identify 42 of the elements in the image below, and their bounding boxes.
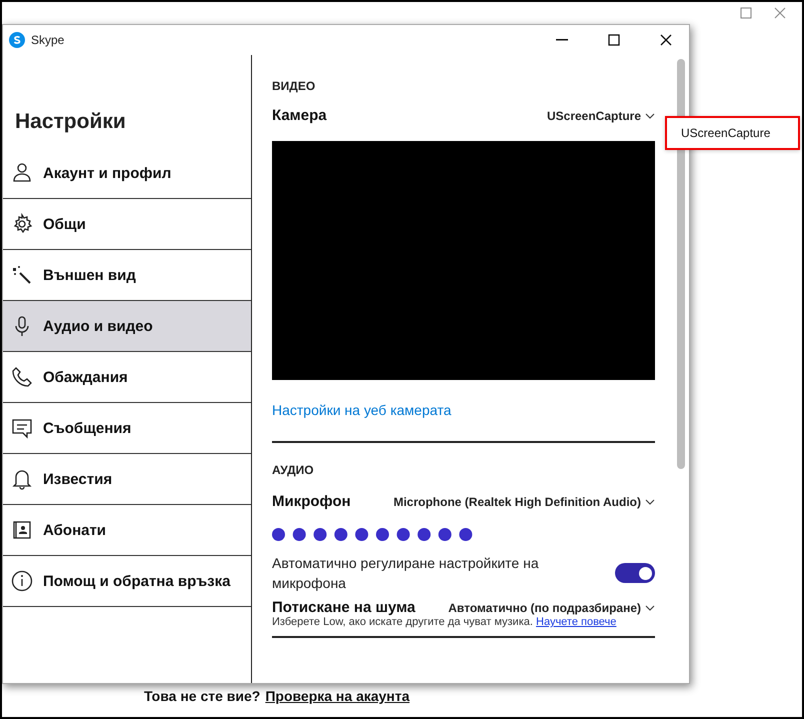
chevron-down-icon bbox=[645, 604, 655, 610]
phone-icon bbox=[11, 366, 33, 388]
message-icon bbox=[11, 417, 33, 439]
chevron-down-icon bbox=[645, 498, 655, 504]
sidebar-item[interactable]: Аудио и видео bbox=[3, 301, 251, 352]
minimize-icon[interactable] bbox=[556, 39, 568, 41]
sidebar-item[interactable]: Известия bbox=[3, 454, 251, 505]
sidebar-item[interactable]: Общи bbox=[3, 199, 251, 250]
section-heading: АУДИО bbox=[272, 463, 315, 477]
noise-dropdown[interactable]: Автоматично (по подразбиране) bbox=[448, 600, 655, 614]
noise-label: Потискане на шума bbox=[272, 599, 416, 616]
person-icon bbox=[11, 162, 33, 184]
close-icon[interactable] bbox=[660, 34, 672, 46]
microphone-label: Микрофон bbox=[272, 493, 351, 510]
webcam-settings-link[interactable]: Настройки на уеб камерата bbox=[272, 402, 452, 418]
noise-hint: Изберете Low, ако искате другите да чуват музика. Научете повече bbox=[272, 616, 618, 628]
chevron-down-icon bbox=[645, 112, 655, 118]
auto-adjust-label: Автоматично регулиране настройките на микрофона bbox=[272, 554, 540, 593]
wand-icon bbox=[11, 264, 33, 286]
settings-icon bbox=[11, 213, 33, 235]
maximize-icon[interactable] bbox=[608, 34, 620, 46]
info-icon bbox=[11, 570, 33, 592]
contact-card-icon bbox=[11, 519, 33, 541]
auto-adjust-toggle[interactable] bbox=[615, 563, 655, 583]
footer-question: Това не сте вие? bbox=[144, 688, 260, 704]
section-heading: ВИДЕО bbox=[272, 79, 316, 93]
account-check-link[interactable]: Проверка на акаунта bbox=[265, 688, 410, 704]
sidebar-item[interactable]: Външен вид bbox=[3, 250, 251, 301]
sidebar-item[interactable]: Помощ и обратна връзка bbox=[3, 556, 251, 607]
bell-icon bbox=[11, 468, 33, 490]
sidebar-item[interactable]: Обаждания bbox=[3, 352, 251, 403]
sidebar-item[interactable]: Акаунт и профил bbox=[3, 148, 251, 199]
camera-dropdown[interactable]: UScreenCapture bbox=[546, 108, 655, 122]
window-title: Skype bbox=[31, 33, 66, 47]
sidebar-item[interactable]: Абонати bbox=[3, 505, 251, 556]
learn-more-link[interactable]: Научете повече bbox=[536, 616, 616, 628]
menu-item[interactable]: UScreenCapture bbox=[667, 118, 798, 148]
microphone-dropdown[interactable]: Microphone (Realtek High Definition Audio) bbox=[393, 494, 655, 508]
app-logo-icon bbox=[9, 32, 25, 48]
camera-label: Камера bbox=[272, 107, 327, 124]
sidebar-item[interactable]: Съобщения bbox=[3, 403, 251, 454]
sidebar-title: Настройки bbox=[14, 109, 127, 135]
